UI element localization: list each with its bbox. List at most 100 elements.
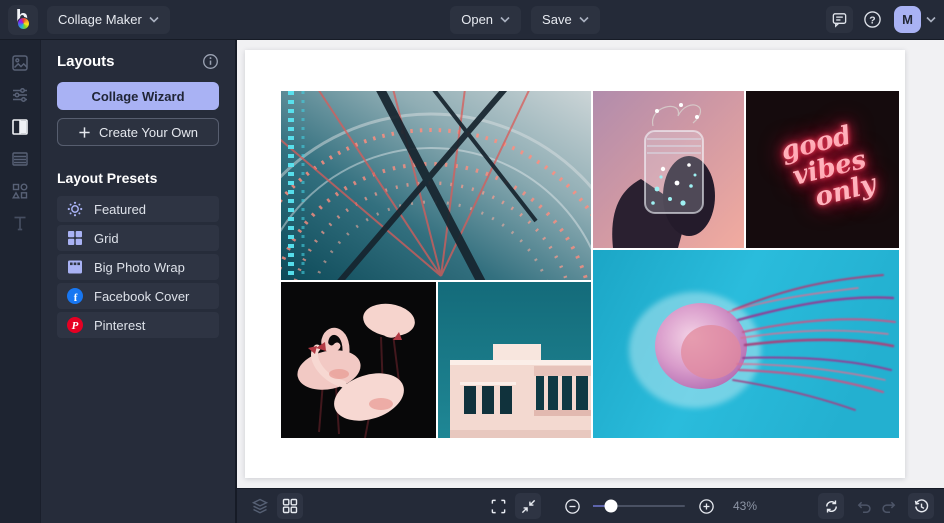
zoom-out-button[interactable] (559, 493, 585, 519)
collage-wizard-button[interactable]: Collage Wizard (57, 82, 219, 110)
avatar-initial: M (902, 12, 913, 27)
sidebar-item-layouts[interactable] (0, 111, 40, 143)
presets-title: Layout Presets (57, 170, 219, 186)
account-menu-button[interactable] (926, 16, 936, 23)
chevron-down-icon (500, 16, 510, 23)
sidebar-item-patterns[interactable] (0, 143, 40, 175)
editor-main: good vibes only (237, 40, 944, 523)
fit-to-screen-button[interactable] (515, 493, 541, 519)
zoom-level: 43% (733, 499, 767, 513)
collage-wizard-label: Collage Wizard (91, 89, 184, 104)
zoom-slider[interactable] (593, 505, 685, 507)
svg-text:P: P (72, 320, 79, 332)
neon-text: good vibes only (767, 119, 879, 219)
shapes-icon (11, 182, 29, 200)
collage-maker-app: b Collage Maker Open Save ? (0, 0, 944, 523)
plus-icon (78, 126, 91, 139)
app-menu-label: Collage Maker (58, 12, 142, 27)
feedback-button[interactable] (826, 6, 853, 33)
create-your-own-label: Create Your Own (99, 125, 198, 140)
photo-building[interactable] (438, 282, 591, 438)
redo-button[interactable] (876, 493, 902, 519)
ferris-wheel-image (281, 91, 591, 280)
fairy-lights-jar-image (593, 91, 744, 248)
sidebar-item-graphics[interactable] (0, 175, 40, 207)
workspace: good vibes only (237, 40, 944, 488)
bottom-toolbar: 43% (237, 488, 944, 523)
zoom-out-icon (564, 498, 581, 515)
reset-icon (823, 498, 840, 515)
chevron-down-icon (926, 16, 936, 23)
photo-ferris-wheel[interactable] (281, 91, 591, 280)
chat-bubble-icon (831, 11, 848, 28)
app-menu-button[interactable]: Collage Maker (47, 6, 170, 34)
image-icon (11, 54, 29, 72)
facebook-icon: f (67, 288, 83, 304)
canvas-page: good vibes only (245, 50, 905, 478)
building-image (438, 282, 591, 438)
zoom-in-icon (698, 498, 715, 515)
grid-icon (67, 230, 83, 246)
sidebar-item-image-manager[interactable] (0, 47, 40, 79)
open-label: Open (461, 12, 493, 27)
zoom-in-button[interactable] (693, 493, 719, 519)
create-your-own-button[interactable]: Create Your Own (57, 118, 219, 146)
sliders-icon (11, 86, 29, 104)
fit-screen-icon (520, 498, 537, 515)
avatar[interactable]: M (894, 6, 921, 33)
history-button[interactable] (908, 493, 934, 519)
undo-button[interactable] (850, 493, 876, 519)
big-photo-wrap-icon (67, 259, 83, 275)
save-button[interactable]: Save (531, 6, 600, 34)
flamingos-image (281, 282, 436, 438)
collage: good vibes only (281, 91, 899, 438)
preset-label: Pinterest (94, 318, 145, 333)
preset-label: Facebook Cover (94, 289, 189, 304)
chevron-down-icon (579, 16, 589, 23)
svg-text:f: f (74, 292, 78, 304)
photo-jellyfish[interactable] (593, 250, 899, 438)
module-sidebar (0, 40, 40, 523)
preset-grid[interactable]: Grid (57, 225, 219, 251)
layouts-panel: Layouts Collage Wizard Create Your Own L… (40, 40, 237, 523)
save-label: Save (542, 12, 572, 27)
reset-button[interactable] (818, 493, 844, 519)
help-icon: ? (863, 10, 882, 29)
featured-icon (67, 201, 83, 217)
chevron-down-icon (149, 16, 159, 23)
patterns-icon (11, 150, 29, 168)
grid-2x2-icon (282, 498, 298, 514)
layouts-icon (11, 118, 29, 136)
jellyfish-image (593, 250, 899, 438)
panel-title: Layouts (57, 53, 115, 70)
fullscreen-button[interactable] (485, 493, 511, 519)
undo-icon (855, 498, 872, 515)
svg-text:?: ? (869, 15, 875, 26)
collage-manager-button[interactable] (277, 493, 303, 519)
text-icon (11, 214, 29, 232)
preset-pinterest[interactable]: P Pinterest (57, 312, 219, 338)
photo-neon-sign[interactable]: good vibes only (746, 91, 899, 248)
preset-label: Featured (94, 202, 146, 217)
sidebar-item-text[interactable] (0, 207, 40, 239)
pinterest-icon: P (67, 317, 83, 333)
top-bar: b Collage Maker Open Save ? (0, 0, 944, 40)
info-icon[interactable] (202, 53, 219, 70)
befunky-logo[interactable]: b (8, 5, 38, 35)
redo-icon (881, 498, 898, 515)
preset-label: Grid (94, 231, 119, 246)
layers-icon (251, 497, 269, 515)
photo-flamingos[interactable] (281, 282, 436, 438)
preset-big-photo-wrap[interactable]: Big Photo Wrap (57, 254, 219, 280)
help-button[interactable]: ? (859, 6, 886, 33)
open-button[interactable]: Open (450, 6, 521, 34)
photo-fairy-lights-jar[interactable] (593, 91, 744, 248)
layers-button[interactable] (247, 493, 273, 519)
zoom-slider-handle[interactable] (605, 500, 618, 513)
sidebar-item-edit[interactable] (0, 79, 40, 111)
preset-label: Big Photo Wrap (94, 260, 185, 275)
history-icon (913, 498, 930, 515)
logo-color-wheel-icon (17, 17, 30, 30)
preset-facebook-cover[interactable]: f Facebook Cover (57, 283, 219, 309)
preset-featured[interactable]: Featured (57, 196, 219, 222)
